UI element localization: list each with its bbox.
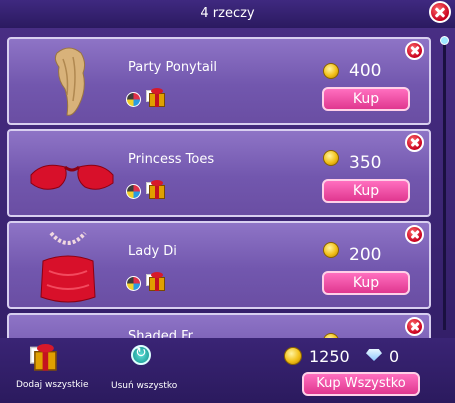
item-price: 400	[349, 61, 382, 81]
coin-icon	[323, 150, 339, 166]
color-wheel-icon	[126, 276, 141, 291]
coin-icon	[323, 63, 339, 79]
add-all-label[interactable]: Dodaj wszystkie	[16, 380, 89, 390]
add-all-button[interactable]	[24, 342, 64, 376]
remove-item-button[interactable]	[405, 133, 424, 152]
buy-button[interactable]: Kup	[322, 179, 410, 203]
item-name: Princess Toes	[128, 152, 215, 167]
close-window-button[interactable]	[429, 1, 451, 23]
buy-button[interactable]: Kup	[322, 87, 410, 111]
item-name: Party Ponytail	[128, 60, 218, 75]
scrollbar-thumb[interactable]	[440, 36, 449, 45]
remove-item-button[interactable]	[405, 225, 424, 244]
red-shoes-icon	[30, 164, 114, 190]
item-price: 200	[349, 245, 382, 265]
list-item: Shaded Fr	[7, 313, 431, 338]
list-item: Princess Toes 350 Kup	[7, 129, 431, 217]
remove-item-button[interactable]	[405, 41, 424, 60]
item-list: Party Ponytail 400 Kup Princess Toes 350…	[0, 30, 440, 338]
item-name: Lady Di	[128, 244, 177, 259]
coin-total: 1250	[309, 347, 350, 366]
item-price: 350	[349, 153, 382, 173]
diamond-total: 0	[389, 347, 400, 366]
ponytail-hair-icon	[54, 47, 86, 116]
scrollbar-track[interactable]	[443, 40, 446, 330]
color-wheel-icon	[126, 184, 141, 199]
item-name: Shaded Fr	[128, 329, 193, 338]
coin-icon	[284, 347, 302, 365]
buy-button[interactable]: Kup	[322, 271, 410, 295]
remove-all-label[interactable]: Usuń wszystko	[111, 381, 177, 391]
red-top-pearls-icon	[40, 231, 96, 303]
gift-icon[interactable]	[146, 88, 168, 108]
gift-icon[interactable]	[146, 180, 168, 200]
window-title: 4 rzeczy	[200, 6, 255, 21]
gift-icon[interactable]	[146, 272, 168, 292]
list-item: Party Ponytail 400 Kup	[7, 37, 431, 125]
gift-icon	[30, 344, 61, 372]
list-item: Lady Di 200 Kup	[7, 221, 431, 309]
refresh-icon[interactable]	[131, 345, 151, 365]
coin-icon	[323, 242, 339, 258]
color-wheel-icon	[126, 92, 141, 107]
buy-all-button[interactable]: Kup Wszystko	[302, 372, 420, 396]
remove-item-button[interactable]	[405, 317, 424, 336]
